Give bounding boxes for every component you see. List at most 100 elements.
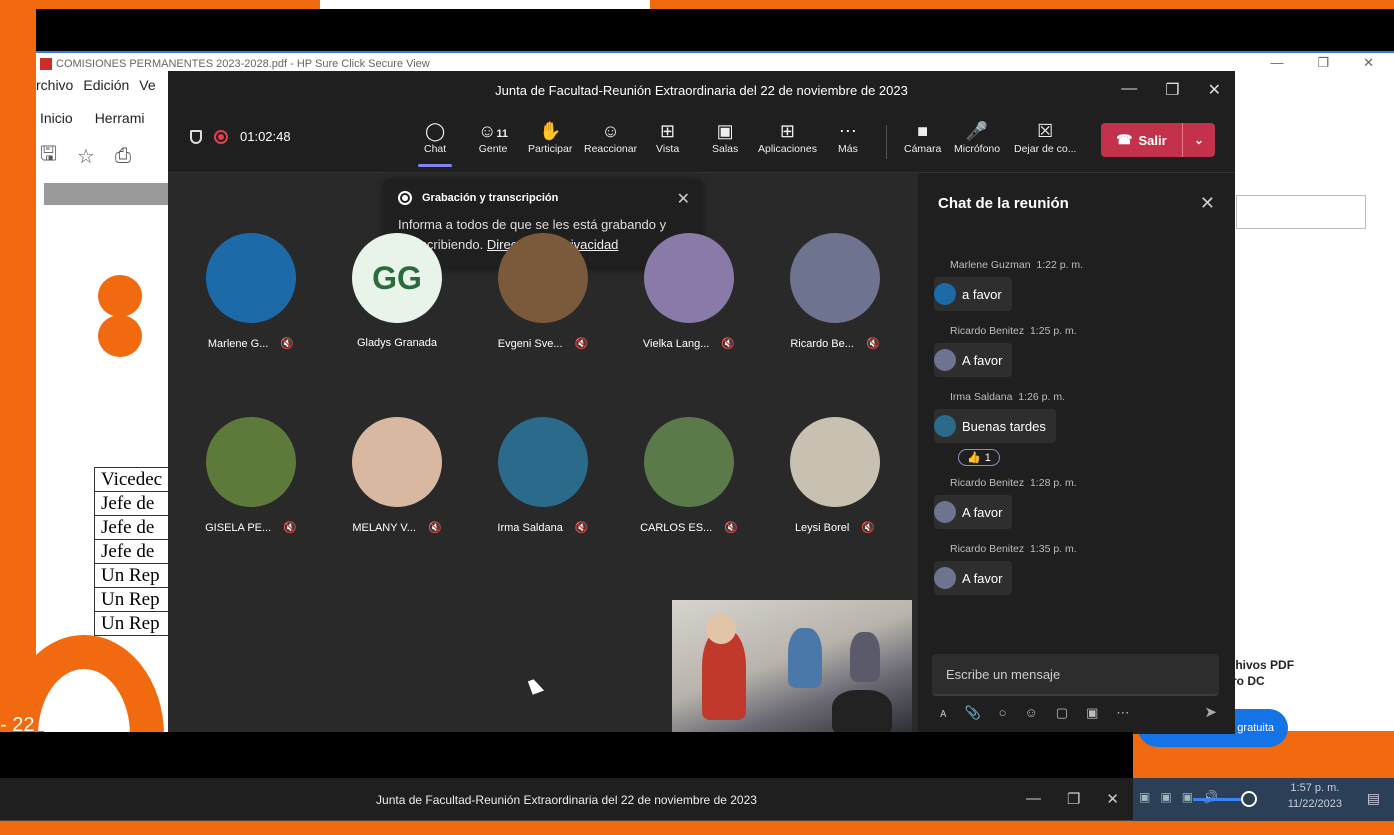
minimize-icon[interactable]: —: [1270, 55, 1283, 71]
avatar: [790, 417, 880, 507]
more-button[interactable]: ⋯ Más: [838, 119, 858, 155]
chat-icon: ◯: [425, 121, 446, 141]
volume-slider-knob[interactable]: [1241, 791, 1257, 807]
send-icon[interactable]: ➤: [1204, 703, 1217, 721]
close-icon[interactable]: ✕: [1363, 55, 1374, 71]
meeting-toolbar: 01:02:48 ◯ Chat ☺11 Gente ✋ Participar ☺…: [168, 109, 1235, 173]
format-icon[interactable]: ᴀ: [940, 705, 946, 721]
monitor-icon[interactable]: ▣: [1182, 790, 1193, 804]
pdf-menu-bar: rchivo Edición Ve: [36, 77, 156, 93]
save-icon[interactable]: 🖫: [40, 139, 57, 173]
close-icon[interactable]: ✕: [1106, 790, 1119, 808]
loop-icon[interactable]: ○: [999, 705, 1007, 721]
display-icon[interactable]: ▣: [1139, 790, 1150, 804]
react-button[interactable]: ☺ Reaccionar: [584, 119, 637, 155]
restore-icon[interactable]: ❐: [1165, 80, 1179, 100]
tab-herramientas[interactable]: Herrami: [95, 110, 145, 126]
network-icon[interactable]: ▣: [1160, 790, 1171, 804]
close-icon[interactable]: ✕: [677, 189, 690, 209]
pdf-tabs: Inicio Herrami: [36, 105, 144, 131]
mic-off-icon: 🔇: [283, 522, 297, 534]
pdf-search-box[interactable]: [1236, 195, 1366, 229]
chat-button[interactable]: ◯ Chat: [418, 119, 453, 167]
background-wedge: [320, 0, 650, 9]
chat-message: Ricardo Benitez 1:35 p. m. A favor: [934, 543, 1077, 595]
plus-icon: ⊞: [779, 121, 796, 141]
minimize-icon[interactable]: —: [1026, 790, 1041, 808]
raise-hand-button[interactable]: ✋ Participar: [528, 119, 572, 155]
smile-icon: ☺: [601, 121, 620, 141]
logo-shape: [98, 315, 142, 357]
attach-icon[interactable]: 📎: [964, 705, 980, 721]
camera-button[interactable]: ■ Cámara: [904, 119, 941, 155]
volume-icon[interactable]: 🔊: [1203, 790, 1218, 804]
bottom-black-bar: [0, 732, 1133, 778]
menu-ver[interactable]: Ve: [139, 77, 155, 93]
room-video[interactable]: [672, 600, 912, 734]
avatar: [206, 233, 296, 323]
chat-title: Chat de la reunión: [938, 195, 1069, 212]
rooms-button[interactable]: ▣ Salas: [712, 119, 738, 155]
tray-icons: ▣ ▣ ▣ 🔊: [1139, 790, 1218, 804]
mouse-cursor-icon: [527, 677, 545, 695]
close-icon[interactable]: ✕: [1208, 80, 1221, 100]
chevron-down-icon[interactable]: ⌄: [1183, 133, 1215, 147]
chat-message: Marlene Guzman 1:22 p. m. a favor: [934, 259, 1083, 311]
mic-icon: 🎤: [965, 121, 989, 141]
chat-message: Ricardo Benitez 1:25 p. m. A favor: [934, 325, 1077, 377]
leave-main[interactable]: ☎ Salir: [1101, 123, 1183, 157]
participant-tile[interactable]: Leysi Borel 🔇: [762, 417, 908, 534]
more-icon: ⋯: [838, 121, 857, 141]
stop-share-button[interactable]: ☒ Dejar de co...: [1014, 119, 1076, 155]
mic-off-icon: 🔇: [865, 338, 880, 350]
more-icon[interactable]: ⋯: [1116, 705, 1129, 721]
participant-tile[interactable]: GG Gladys Granada: [324, 233, 470, 349]
toolbar-divider: [886, 125, 887, 159]
grid-icon: ⊞: [660, 121, 676, 141]
recording-icon: [398, 191, 412, 205]
avatar: [934, 415, 956, 437]
print-icon[interactable]: ⎙: [115, 145, 131, 168]
participant-tile[interactable]: Marlene G... 🔇: [178, 233, 324, 350]
menu-edicion[interactable]: Edición: [83, 77, 129, 93]
participant-tile[interactable]: Ricardo Be... 🔇: [762, 233, 908, 350]
emoji-icon[interactable]: ☺: [1025, 705, 1038, 721]
clock[interactable]: 1:57 p. m. 11/22/2023: [1288, 780, 1342, 812]
view-button[interactable]: ⊞ Vista: [656, 119, 679, 155]
rooms-icon: ▣: [716, 121, 734, 141]
menu-archivo[interactable]: rchivo: [36, 77, 73, 93]
camera-icon: ■: [917, 121, 929, 141]
star-icon[interactable]: ☆: [77, 144, 95, 169]
chat-compose-tools: ᴀ 📎 ○ ☺ ▢ ▣ ⋯: [940, 705, 1129, 721]
notification-icon[interactable]: ▤: [1367, 790, 1380, 807]
participant-tile[interactable]: Evgeni Sve... 🔇: [470, 233, 616, 350]
leave-button[interactable]: ☎ Salir ⌄: [1101, 123, 1215, 157]
participant-tile[interactable]: GISELA PE... 🔇: [178, 417, 324, 534]
sticker-icon[interactable]: ▣: [1086, 705, 1098, 721]
gif-icon[interactable]: ▢: [1056, 705, 1068, 721]
tab-inicio[interactable]: Inicio: [40, 110, 73, 126]
chat-message: Ricardo Benitez 1:28 p. m. A favor: [934, 477, 1077, 529]
restore-icon[interactable]: ❐: [1317, 55, 1329, 71]
restore-icon[interactable]: ❐: [1067, 790, 1080, 808]
participant-tile[interactable]: MELANY V... 🔇: [324, 417, 470, 534]
people-button[interactable]: ☺11 Gente: [478, 119, 508, 155]
chat-message-input[interactable]: Escribe un mensaje: [932, 654, 1219, 696]
participant-tile[interactable]: Vielka Lang... 🔇: [616, 233, 762, 350]
minimize-icon[interactable]: —: [1121, 80, 1137, 100]
logo-shape: [98, 275, 142, 317]
meeting-title: Junta de Facultad-Reunión Extraordinaria…: [495, 82, 908, 98]
participant-tile[interactable]: CARLOS ES... 🔇: [616, 417, 762, 534]
hand-icon: ✋: [538, 121, 562, 141]
pdf-window-title: COMISIONES PERMANENTES 2023-2028.pdf - H…: [56, 58, 430, 70]
reaction-badge[interactable]: 👍 1: [958, 449, 1000, 466]
close-icon[interactable]: ✕: [1200, 193, 1215, 214]
pdf-toolbar: 🖫 ☆ ⎙: [36, 133, 131, 179]
chat-panel: Chat de la reunión ✕ Marlene Guzman 1:22…: [918, 173, 1235, 734]
teams-title-bar: Junta de Facultad-Reunión Extraordinaria…: [168, 71, 1235, 109]
video-person: [706, 614, 736, 644]
apps-button[interactable]: ⊞ Aplicaciones: [758, 119, 817, 155]
pdf-window-controls: — ❐ ✕: [1270, 55, 1374, 71]
mic-button[interactable]: 🎤 Micrófono: [954, 119, 1000, 155]
participant-tile[interactable]: Irma Saldana 🔇: [470, 417, 616, 534]
